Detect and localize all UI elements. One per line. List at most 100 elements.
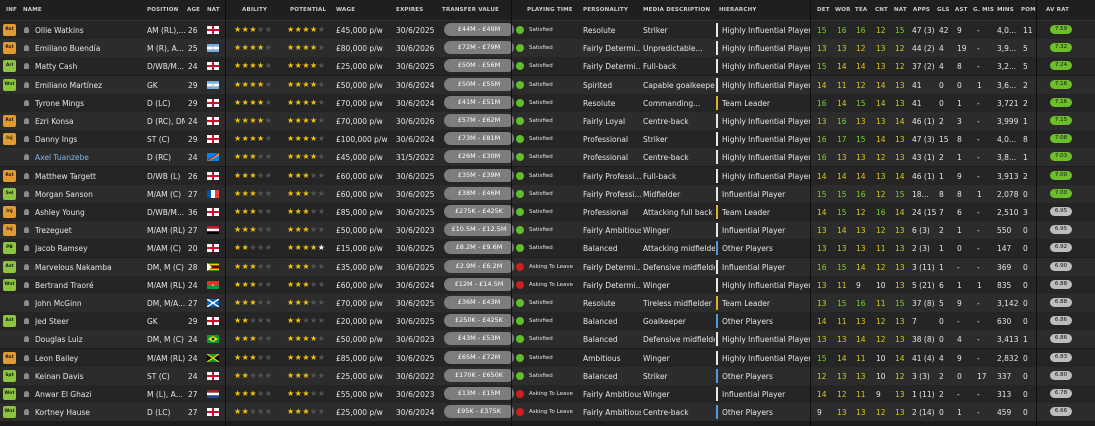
col-gls[interactable]: GLS bbox=[937, 7, 950, 13]
table-row[interactable]: Ast Jed Steer GK 29 ★★★★★ ★★★★★ £20,000 p/w 30/… bbox=[0, 312, 1095, 331]
col-tea[interactable]: TEA bbox=[855, 7, 867, 13]
col-age[interactable]: AGE bbox=[187, 7, 200, 13]
table-row[interactable]: Rst Emiliano Buendía M (R), A... 25 ★★★★★ ★★★… bbox=[0, 39, 1095, 58]
player-name[interactable]: Morgan Sanson bbox=[35, 190, 143, 199]
inf-badge[interactable]: Ast bbox=[3, 260, 16, 273]
inf-badge[interactable]: Inj bbox=[3, 133, 16, 146]
player-name[interactable]: Ashley Young bbox=[35, 208, 143, 217]
transfer-value-pill[interactable]: £57M - £62M bbox=[444, 114, 514, 127]
transfer-value-pill[interactable]: £8.2M - £9.6M bbox=[444, 241, 514, 255]
transfer-value-pill[interactable]: £13M - £15M bbox=[444, 387, 514, 400]
player-name[interactable]: Jed Steer bbox=[35, 317, 143, 326]
col-ability[interactable]: ABILITY bbox=[242, 7, 267, 13]
col-pom[interactable]: POM bbox=[1021, 7, 1036, 13]
col-gmis[interactable]: G. MIS bbox=[973, 7, 994, 13]
transfer-value-pill[interactable]: £170K - £650K bbox=[444, 368, 514, 382]
inf-badge[interactable]: Rst bbox=[3, 169, 16, 182]
col-wage[interactable]: WAGE bbox=[336, 7, 355, 13]
transfer-value-pill[interactable]: £50M - £55M bbox=[444, 77, 514, 91]
table-row[interactable]: Inj Trezeguet M/AM (RL) 27 ★★★★★ ★★★★★ £50,000… bbox=[0, 221, 1095, 240]
transfer-value-pill[interactable]: £38M - £46M bbox=[444, 186, 514, 200]
table-row[interactable]: Wnt Bertrand Traoré M/AM (RL) 24 ★★★★★ ★★★★★ £… bbox=[0, 275, 1095, 294]
player-name[interactable]: Danny Ings bbox=[35, 135, 143, 144]
transfer-value-pill[interactable]: £43M - £53M bbox=[444, 332, 514, 346]
col-name[interactable]: NAME bbox=[23, 7, 42, 13]
inf-badge[interactable]: PB bbox=[3, 242, 16, 255]
transfer-value-pill[interactable]: £36M - £43M bbox=[444, 296, 514, 309]
transfer-value-pill[interactable]: £41M - £51M bbox=[444, 95, 514, 109]
player-name[interactable]: Axel Tuanzebe bbox=[35, 153, 143, 162]
inf-badge[interactable]: Inj bbox=[3, 206, 16, 218]
transfer-value-pill[interactable]: £275K - £425K bbox=[444, 205, 514, 218]
player-name[interactable]: Kortney Hause bbox=[35, 408, 143, 417]
table-row[interactable]: Arl Matty Cash D/WB/M... 24 ★★★★★ ★★★★★ £25,00… bbox=[0, 57, 1095, 76]
col-nat[interactable]: NAT bbox=[207, 7, 220, 13]
inf-badge[interactable]: Ast bbox=[3, 315, 16, 328]
table-row[interactable]: Douglas Luiz DM, M (C) 24 ★★★★★ ★★★★★ £50,000… bbox=[0, 330, 1095, 349]
inf-badge[interactable]: Wnt bbox=[3, 78, 16, 91]
table-row[interactable]: Inj Ashley Young D/WB/M... 36 ★★★★★ ★★★★★ £85,… bbox=[0, 203, 1095, 221]
table-row[interactable]: Sel Morgan Sanson M/AM (C) 27 ★★★★★ ★★★★★ £60,… bbox=[0, 184, 1095, 203]
player-name[interactable]: Douglas Luiz bbox=[35, 335, 143, 344]
player-name[interactable]: Matty Cash bbox=[35, 62, 143, 71]
table-row[interactable]: Rst Ezri Konsa D (RC), DM 24 ★★★★★ ★★★★★ £70,0… bbox=[0, 112, 1095, 130]
transfer-value-pill[interactable]: £95K - £375K bbox=[444, 405, 514, 419]
table-row[interactable]: Wnt Anwar El Ghazi M (L), A... 27 ★★★★★ ★★★★★… bbox=[0, 385, 1095, 403]
col-nat2[interactable]: NAT bbox=[894, 7, 907, 13]
transfer-value-pill[interactable]: £35M - £39M bbox=[444, 168, 514, 182]
col-inf[interactable]: INF bbox=[6, 7, 17, 13]
transfer-value-pill[interactable]: £65M - £72M bbox=[444, 350, 514, 364]
col-potential[interactable]: POTENTIAL bbox=[290, 7, 326, 13]
table-row[interactable]: Inj Danny Ings ST (C) 29 ★★★★★ ★★★★★ £100,000 … bbox=[0, 130, 1095, 149]
table-row[interactable]: Rst Leon Bailey M/AM (RL) 24 ★★★★★ ★★★★★ £85,0… bbox=[0, 348, 1095, 367]
table-row[interactable]: Rst Ollie Watkins AM (RL),... 26 ★★★★★ ★★★★★ £… bbox=[0, 21, 1095, 39]
player-name[interactable]: Ollie Watkins bbox=[35, 26, 143, 35]
col-hierarchy[interactable]: HIERARCHY bbox=[719, 7, 757, 13]
table-row[interactable]: Ast Marvelous Nakamba DM, M (C) 28 ★★★★★ ★★★★… bbox=[0, 257, 1095, 276]
col-playing-time[interactable]: PLAYING TIME bbox=[527, 7, 573, 13]
col-media[interactable]: MEDIA DESCRIPTION bbox=[643, 7, 710, 13]
table-row[interactable]: PB Jacob Ramsey M/AM (C) 20 ★★★★★ ★★★★★ £15,00… bbox=[0, 239, 1095, 258]
player-name[interactable]: Jacob Ramsey bbox=[35, 244, 143, 253]
inf-badge[interactable]: Rst bbox=[3, 42, 16, 55]
transfer-value-pill[interactable]: £250K - £425K bbox=[444, 314, 514, 328]
table-row[interactable]: John McGinn DM, M/A... 27 ★★★★★ ★★★★★ £70,000… bbox=[0, 294, 1095, 312]
transfer-value-pill[interactable]: £44M - £49M bbox=[444, 23, 514, 36]
inf-badge[interactable]: Inj bbox=[3, 224, 16, 237]
transfer-value-pill[interactable]: £72M - £79M bbox=[444, 41, 514, 55]
transfer-value-pill[interactable]: £50M - £56M bbox=[444, 59, 514, 73]
inf-badge[interactable]: Sel bbox=[3, 187, 16, 200]
col-transfer-value[interactable]: TRANSFER VALUE bbox=[442, 7, 499, 13]
player-name[interactable]: Tyrone Mings bbox=[35, 99, 143, 108]
transfer-value-pill[interactable]: £73M - £81M bbox=[444, 132, 514, 146]
inf-badge[interactable]: Rst bbox=[3, 115, 16, 127]
transfer-value-pill[interactable]: £12M - £14.5M bbox=[444, 277, 514, 291]
col-det[interactable]: DET bbox=[817, 7, 830, 13]
inf-badge[interactable]: Spt bbox=[3, 369, 16, 382]
col-expires[interactable]: EXPIRES bbox=[396, 7, 423, 13]
player-name[interactable]: Emiliano Martínez bbox=[35, 81, 143, 90]
table-row[interactable]: Axel Tuanzebe D (RC) 24 ★★★★★ ★★★★★ £45,000 p… bbox=[0, 148, 1095, 167]
col-position[interactable]: POSITION bbox=[147, 7, 178, 13]
transfer-value-pill[interactable]: £10.5M - £12.5M bbox=[444, 223, 514, 237]
table-row[interactable]: Tyrone Mings D (LC) 29 ★★★★★ ★★★★★ £70,000 p/… bbox=[0, 93, 1095, 112]
player-name[interactable]: Bertrand Traoré bbox=[35, 281, 143, 290]
col-cnt[interactable]: CNT bbox=[875, 7, 888, 13]
player-name[interactable]: Ezri Konsa bbox=[35, 117, 143, 126]
table-row[interactable]: Spt Keinan Davis ST (C) 24 ★★★★★ ★★★★★ £25,000… bbox=[0, 366, 1095, 385]
inf-badge[interactable]: Rst bbox=[3, 24, 16, 36]
player-name[interactable]: Emiliano Buendía bbox=[35, 44, 143, 53]
player-name[interactable]: Keinan Davis bbox=[35, 372, 143, 381]
col-personality[interactable]: PERSONALITY bbox=[583, 7, 628, 13]
table-row[interactable]: Wnt Emiliano Martínez GK 29 ★★★★★ ★★★★★ £50,00… bbox=[0, 75, 1095, 94]
player-name[interactable]: John McGinn bbox=[35, 299, 143, 308]
col-mins[interactable]: MINS bbox=[997, 7, 1014, 13]
player-name[interactable]: Leon Bailey bbox=[35, 354, 143, 363]
col-avrat[interactable]: AV RAT bbox=[1046, 7, 1069, 13]
col-ast[interactable]: AST bbox=[955, 7, 968, 13]
inf-badge[interactable]: Rst bbox=[3, 351, 16, 364]
col-apps[interactable]: APPS bbox=[913, 7, 930, 13]
inf-badge[interactable]: Arl bbox=[3, 60, 16, 73]
col-wor[interactable]: WOR bbox=[835, 7, 851, 13]
player-name[interactable]: Marvelous Nakamba bbox=[35, 263, 143, 272]
